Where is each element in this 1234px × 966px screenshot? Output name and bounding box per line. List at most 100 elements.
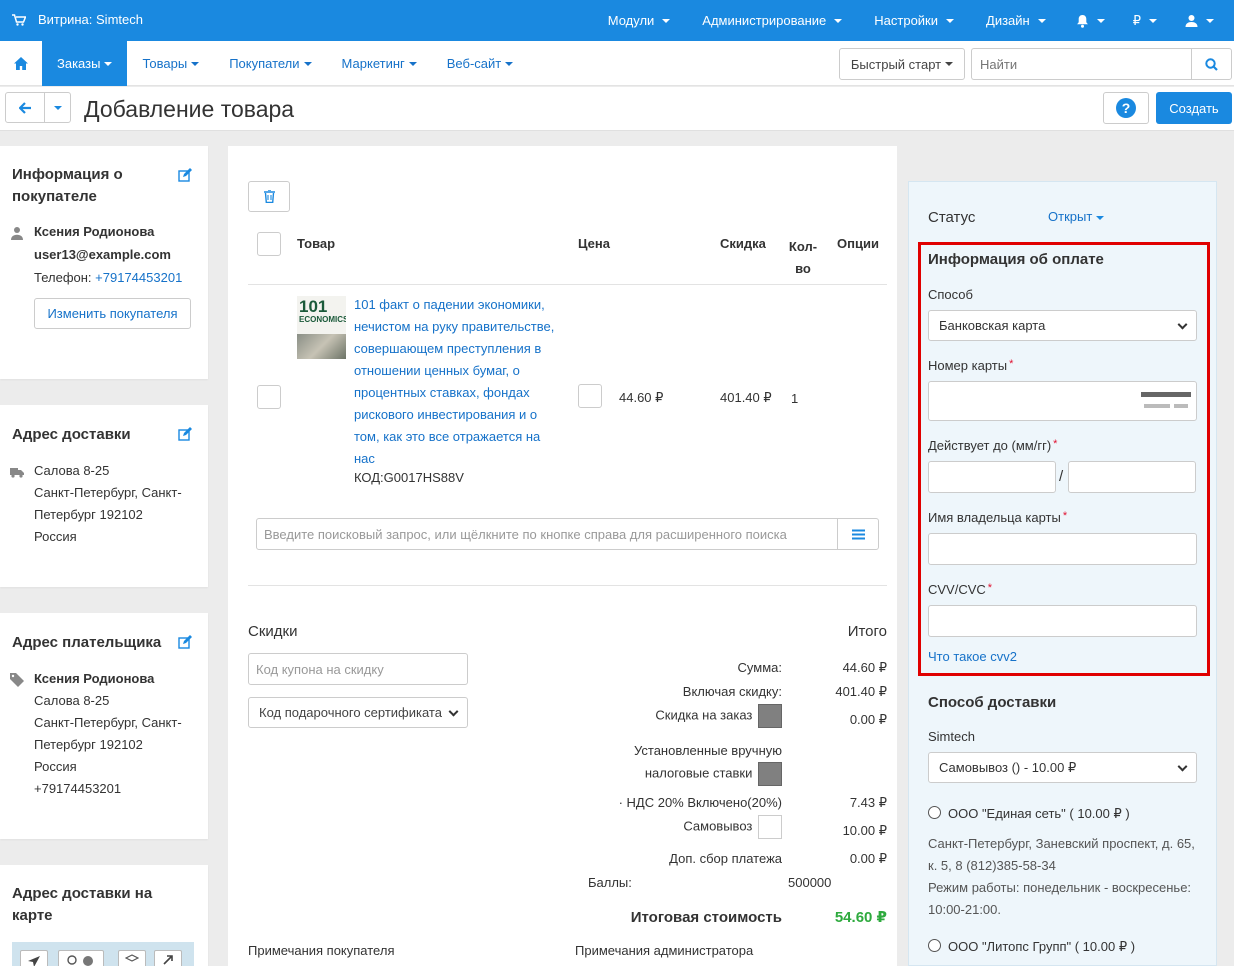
home-link[interactable] — [0, 41, 42, 86]
advanced-search-button[interactable] — [837, 518, 879, 550]
menu-administration[interactable]: Администрирование — [686, 13, 858, 28]
billing-address-panel: Адрес плательщика Ксения Родионова Салов… — [0, 613, 208, 839]
billing-address-line: Россия — [34, 759, 77, 774]
chevron-down-icon — [1177, 761, 1188, 772]
tab-website[interactable]: Веб-сайт — [432, 41, 528, 86]
product-name-line: нас — [354, 451, 375, 466]
tab-orders[interactable]: Заказы — [42, 41, 128, 86]
chevron-down-icon — [448, 706, 459, 717]
totals-title: Итого — [847, 623, 887, 640]
caret-down-icon — [303, 61, 312, 66]
truck-icon — [10, 468, 24, 478]
menu-design[interactable]: Дизайн — [970, 13, 1062, 28]
caret-down-icon — [945, 62, 954, 66]
customer-name-link[interactable]: Ксения Родионова — [34, 221, 154, 243]
admin-search-button[interactable] — [1191, 48, 1232, 80]
product-name-line: рискового инвестирования и о — [354, 407, 538, 422]
pickup-point-radio[interactable] — [928, 806, 941, 819]
menu-modules[interactable]: Модули — [592, 13, 687, 28]
user-icon — [1185, 15, 1198, 27]
tab-products[interactable]: Товары — [127, 41, 214, 86]
shipping-method-select[interactable]: Самовывоз () - 10.00 ₽ — [928, 752, 1197, 783]
question-icon: ? — [1116, 98, 1136, 118]
map-layers-button[interactable] — [118, 950, 146, 966]
home-icon — [14, 57, 28, 70]
order-discount-value: 0.00 ₽ — [849, 712, 887, 727]
manual-tax-row: Установленные вручную налоговые ставки — [634, 740, 782, 786]
coupon-code-input[interactable]: Код купона на скидку — [248, 653, 468, 685]
create-button[interactable]: Создать — [1156, 92, 1232, 124]
delete-selected-button[interactable] — [248, 181, 290, 212]
product-thumbnail[interactable]: 101 ECONOMICS — [297, 296, 346, 359]
edit-icon[interactable] — [178, 168, 192, 182]
payment-surcharge-value: 0.00 ₽ — [849, 851, 887, 866]
customer-phone-link[interactable]: +79174453201 — [95, 270, 182, 285]
product-thumbnail-title: 101 — [299, 297, 328, 316]
pickup-point-name: ООО "Литопс Групп" ( 10.00 ₽ ) — [948, 939, 1136, 954]
caret-down-icon — [191, 61, 200, 66]
tab-products-label: Товары — [142, 56, 188, 71]
vat-label: · НДС 20% Включено(20%) — [618, 795, 782, 810]
price-override-checkbox[interactable] — [578, 384, 602, 408]
order-main-panel: Товар Цена Скидка Кол-во Опции 101 ECONO… — [228, 146, 897, 966]
menu-settings[interactable]: Настройки — [858, 13, 970, 28]
product-price: 44.60 ₽ — [619, 390, 664, 405]
gift-certificate-select[interactable]: Код подарочного сертификата — [248, 697, 468, 728]
status-dropdown[interactable]: Открыт — [1048, 209, 1105, 224]
col-header-qty: Кол-во — [788, 236, 818, 280]
manual-tax-toggle[interactable] — [758, 762, 782, 786]
product-name-line: нечистом на руку правительстве, — [354, 319, 555, 334]
caret-down-icon — [662, 18, 671, 23]
points-label: Баллы: — [588, 875, 632, 890]
quick-start-button[interactable]: Быстрый старт — [839, 48, 965, 80]
user-menu[interactable] — [1171, 14, 1234, 27]
product-name-link[interactable]: 101 факт о падении экономики, нечистом н… — [354, 294, 564, 470]
bell-icon — [1076, 14, 1088, 28]
tab-customers[interactable]: Покупатели — [214, 41, 326, 86]
shipping-cost-input[interactable] — [758, 815, 782, 839]
grand-total-label: Итоговая стоимость — [630, 909, 782, 926]
pickup-point-radio[interactable] — [928, 939, 941, 952]
back-button[interactable] — [5, 92, 45, 123]
storefront-switcher[interactable]: Витрина: Simtech — [12, 12, 143, 27]
map-navigate-button[interactable] — [20, 950, 48, 966]
currency-label: ₽ — [1132, 12, 1141, 28]
product-code: КОД:G0017HS88V — [354, 470, 464, 485]
customer-email-link[interactable]: user13@example.com — [34, 244, 171, 266]
notifications-menu[interactable] — [1062, 14, 1119, 28]
billing-address-line: Петербург 192102 — [34, 737, 143, 752]
shipping-address-line: Санкт-Петербург, Санкт- — [34, 485, 182, 500]
top-bar: Витрина: Simtech Модули Администрировани… — [0, 0, 1234, 41]
col-header-discount: Скидка — [720, 236, 766, 251]
product-row-checkbox[interactable] — [257, 385, 281, 409]
edit-icon[interactable] — [178, 427, 192, 441]
shipping-company: Simtech — [928, 729, 975, 744]
help-button[interactable]: ? — [1103, 92, 1149, 124]
caret-down-icon — [408, 61, 417, 66]
caret-down-icon — [505, 61, 514, 66]
map-ruler-button[interactable] — [58, 950, 104, 966]
caret-down-icon — [104, 61, 113, 66]
select-all-checkbox[interactable] — [257, 232, 281, 256]
included-discount-label: Включая скидку: — [682, 684, 782, 699]
product-search-input[interactable]: Введите поисковый запрос, или щёлкните п… — [256, 518, 838, 550]
map-view[interactable] — [12, 942, 194, 966]
order-discount-input[interactable] — [758, 704, 782, 728]
change-customer-button[interactable]: Изменить покупателя — [34, 298, 191, 329]
admin-search-input[interactable] — [971, 48, 1192, 80]
edit-icon[interactable] — [178, 635, 192, 649]
order-discount-row: Скидка на заказ — [655, 704, 782, 728]
tab-marketing[interactable]: Маркетинг — [327, 41, 432, 86]
billing-phone-link[interactable]: +79174453201 — [34, 778, 121, 800]
product-qty[interactable]: 1 — [791, 391, 798, 406]
map-fullscreen-button[interactable] — [154, 950, 182, 966]
navigation-arrow-icon — [28, 956, 40, 966]
back-dropdown-button[interactable] — [44, 92, 71, 123]
grand-total-value: 54.60 ₽ — [834, 909, 887, 926]
phone-label: Телефон: — [34, 270, 92, 285]
menu-administration-label: Администрирование — [702, 13, 827, 28]
subtotal-value: 44.60 ₽ — [842, 660, 887, 675]
map-title: Адрес доставки на карте — [12, 883, 152, 927]
tag-icon — [10, 673, 24, 687]
currency-menu[interactable]: ₽ — [1119, 13, 1171, 29]
